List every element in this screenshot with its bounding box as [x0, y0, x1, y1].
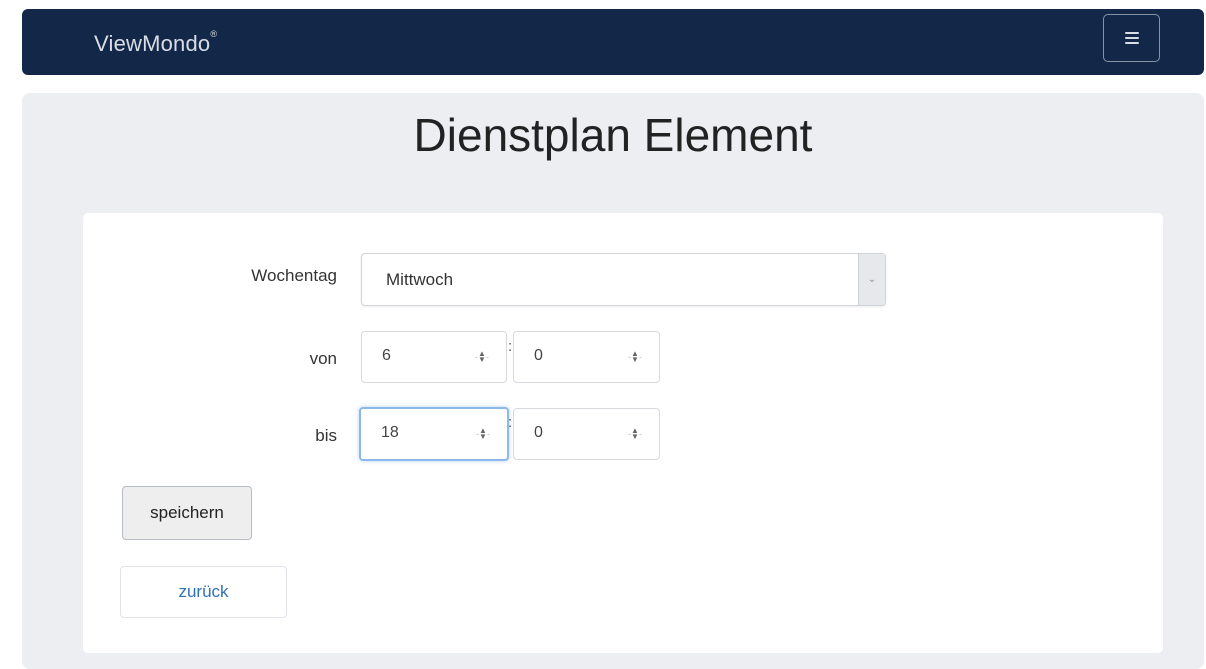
- from-hour-value: 6: [382, 347, 391, 364]
- from-label: von: [309, 349, 337, 368]
- spinner-icon[interactable]: - ▲ ▼ -: [474, 350, 490, 364]
- to-minute-value: 0: [534, 424, 543, 441]
- to-minute-input[interactable]: 0 - ▲ ▼ -: [513, 408, 660, 460]
- weekday-select[interactable]: Mittwoch ⌄: [361, 253, 886, 306]
- chevron-down-icon: ⌄: [858, 254, 885, 305]
- weekday-selected-value: Mittwoch: [386, 270, 454, 289]
- back-link-button[interactable]: zurück: [120, 566, 287, 618]
- registered-mark: ®: [210, 29, 218, 39]
- weekday-label: Wochentag: [251, 266, 337, 285]
- to-hour-value: 18: [381, 424, 399, 441]
- top-navbar: ViewMondo®: [22, 9, 1204, 75]
- hamburger-menu-icon: [1124, 32, 1139, 44]
- from-hour-input[interactable]: 6 - ▲ ▼ -: [361, 331, 507, 383]
- from-minute-value: 0: [534, 347, 543, 364]
- save-button[interactable]: speichern: [122, 486, 252, 540]
- page-title: Dienstplan Element: [413, 109, 813, 161]
- from-minute-input[interactable]: 0 - ▲ ▼ -: [513, 331, 660, 383]
- spinner-icon[interactable]: - ▲ ▼ -: [627, 350, 643, 364]
- spinner-icon[interactable]: - ▲ ▼ -: [475, 427, 491, 441]
- brand-name: ViewMondo: [94, 31, 211, 56]
- time-separator: :: [508, 414, 513, 431]
- to-label: bis: [315, 426, 337, 445]
- to-hour-input[interactable]: 18 - ▲ ▼ -: [359, 407, 509, 461]
- time-separator: :: [508, 338, 513, 355]
- spinner-icon[interactable]: - ▲ ▼ -: [627, 427, 643, 441]
- menu-toggle-button[interactable]: [1103, 14, 1160, 62]
- brand-logo[interactable]: ViewMondo®: [94, 29, 218, 57]
